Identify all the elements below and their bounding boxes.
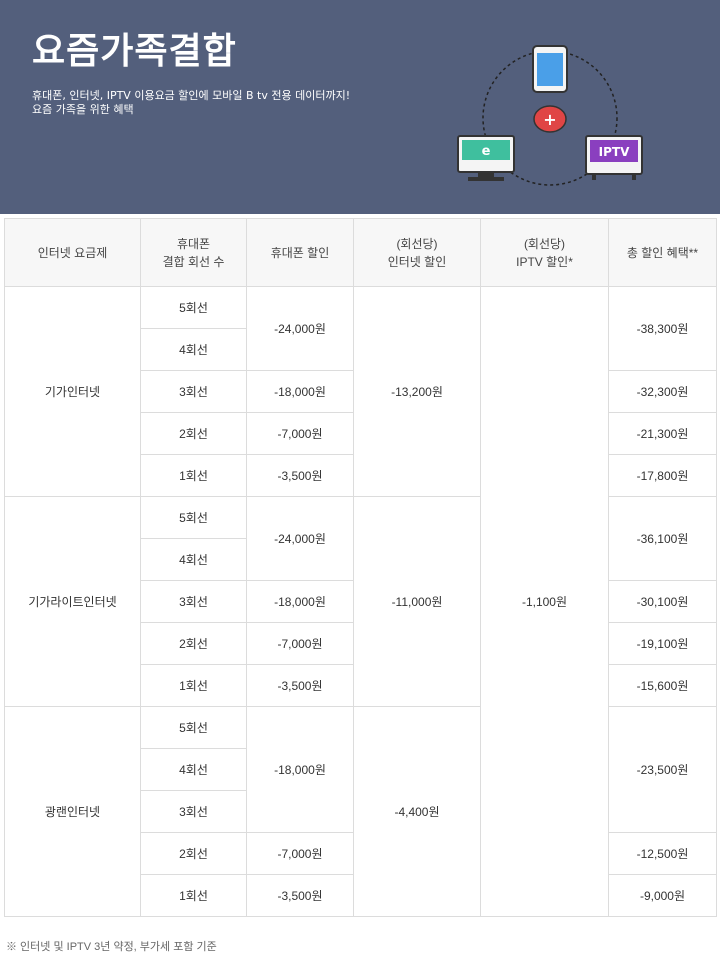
lines-cell: 3회선 xyxy=(140,580,247,623)
total-discount-cell: -21,300원 xyxy=(608,412,717,455)
total-discount-cell: -32,300원 xyxy=(608,370,717,413)
lines-cell: 2회선 xyxy=(140,832,247,875)
pc-monitor-icon: e xyxy=(457,135,515,181)
phone-discount-cell: -3,500원 xyxy=(246,454,354,497)
banner-desc-line1: 휴대폰, 인터넷, IPTV 이용요금 할인에 모바일 B tv 전용 데이터까… xyxy=(32,89,351,102)
phone-discount-cell: -7,000원 xyxy=(246,622,354,665)
phone-discount-cell: -18,000원 xyxy=(246,370,354,413)
internet-discount-cell: -11,000원 xyxy=(353,496,481,707)
header-internet-discount: (회선당) 인터넷 할인 xyxy=(353,218,481,287)
iptv-label: IPTV xyxy=(599,145,630,159)
total-discount-cell: -9,000원 xyxy=(608,874,717,917)
lines-cell: 5회선 xyxy=(140,496,247,539)
tv-icon: IPTV xyxy=(585,135,643,180)
table-row: 기가라이트인터넷 5회선 -24,000원 -11,000원 -36,100원 xyxy=(4,496,717,707)
page-title: 요즘가족결합 xyxy=(32,31,237,72)
iptv-discount-cell: -1,100원 xyxy=(480,286,609,917)
phone-discount-cell: -24,000원 xyxy=(246,496,354,581)
total-discount-cell: -12,500원 xyxy=(608,832,717,875)
banner-description: 휴대폰, 인터넷, IPTV 이용요금 할인에 모바일 B tv 전용 데이터까… xyxy=(32,89,350,117)
table-header-row: 인터넷 요금제 휴대폰 결합 회선 수 휴대폰 할인 (회선당) 인터넷 할인 (회… xyxy=(4,218,717,287)
footnote: ※ 인터넷 및 IPTV 3년 약정, 부가세 포함 기준 xyxy=(6,941,217,953)
total-discount-cell: -19,100원 xyxy=(608,622,717,665)
header-plan: 인터넷 요금제 xyxy=(4,218,141,287)
lines-cell: 5회선 xyxy=(140,706,247,749)
header-phone-discount: 휴대폰 할인 xyxy=(246,218,354,287)
lines-cell: 5회선 xyxy=(140,286,247,329)
discount-table: 인터넷 요금제 휴대폰 결합 회선 수 휴대폰 할인 (회선당) 인터넷 할인 (회… xyxy=(4,218,717,917)
table-row: 기가인터넷 5회선 -24,000원 -13,200원 -1,100원 -38,… xyxy=(4,286,717,917)
plus-icon: + xyxy=(533,105,567,133)
internet-discount-cell: -13,200원 xyxy=(353,286,481,497)
plus-symbol: + xyxy=(543,110,556,129)
internet-discount-cell: -4,400원 xyxy=(353,706,481,917)
lines-cell: 2회선 xyxy=(140,412,247,455)
phone-discount-cell: -18,000원 xyxy=(246,580,354,623)
total-discount-cell: -23,500원 xyxy=(608,706,717,833)
plan-cell: 광랜인터넷 xyxy=(4,706,141,917)
total-discount-cell: -17,800원 xyxy=(608,454,717,497)
lines-cell: 1회선 xyxy=(140,454,247,497)
lines-cell: 4회선 xyxy=(140,748,247,791)
phone-discount-cell: -24,000원 xyxy=(246,286,354,371)
phone-discount-cell: -18,000원 xyxy=(246,706,354,833)
header-total-discount: 총 할인 혜택** xyxy=(608,218,717,287)
lines-cell: 1회선 xyxy=(140,664,247,707)
phone-discount-cell: -7,000원 xyxy=(246,412,354,455)
plan-cell: 기가인터넷 xyxy=(4,286,141,497)
total-discount-cell: -15,600원 xyxy=(608,664,717,707)
lines-cell: 4회선 xyxy=(140,538,247,581)
phone-discount-cell: -3,500원 xyxy=(246,874,354,917)
lines-cell: 2회선 xyxy=(140,622,247,665)
banner-desc-line2: 요즘 가족을 위한 혜택 xyxy=(32,103,134,116)
bundle-illustration: + e IPTV xyxy=(457,45,643,186)
lines-cell: 3회선 xyxy=(140,790,247,833)
total-discount-cell: -36,100원 xyxy=(608,496,717,581)
table-row: 광랜인터넷 5회선 -18,000원 -4,400원 -23,500원 xyxy=(4,706,717,917)
total-discount-cell: -30,100원 xyxy=(608,580,717,623)
lines-cell: 3회선 xyxy=(140,370,247,413)
phone-discount-cell: -3,500원 xyxy=(246,664,354,707)
hero-banner: 요즘가족결합 휴대폰, 인터넷, IPTV 이용요금 할인에 모바일 B tv … xyxy=(0,0,720,214)
phone-discount-cell: -7,000원 xyxy=(246,832,354,875)
header-iptv-discount: (회선당) IPTV 할인* xyxy=(480,218,609,287)
lines-cell: 1회선 xyxy=(140,874,247,917)
plan-cell: 기가라이트인터넷 xyxy=(4,496,141,707)
lines-cell: 4회선 xyxy=(140,328,247,371)
total-discount-cell: -38,300원 xyxy=(608,286,717,371)
smartphone-icon xyxy=(532,45,568,93)
internet-e-label: e xyxy=(482,144,491,159)
header-lines: 휴대폰 결합 회선 수 xyxy=(140,218,247,287)
